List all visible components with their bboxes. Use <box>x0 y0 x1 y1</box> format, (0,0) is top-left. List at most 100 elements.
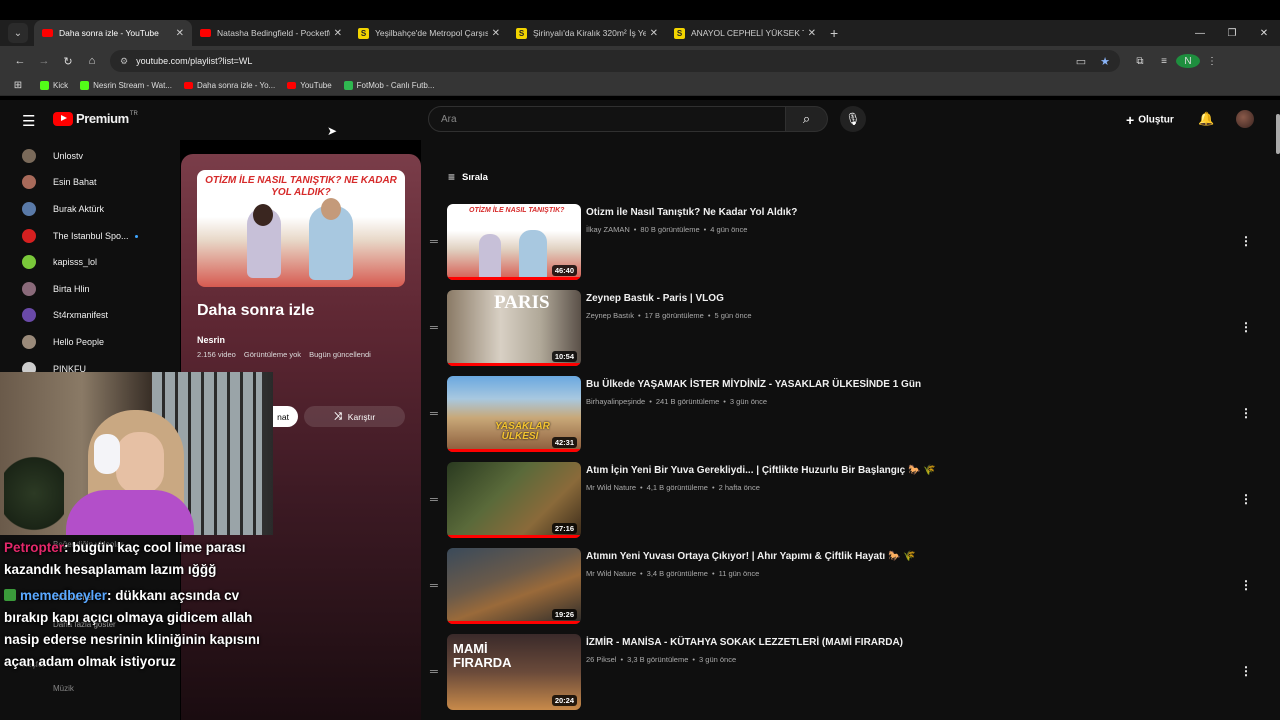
playlist-video-row[interactable]: ═ 27:16 Atım İçin Yeni Bir Yuva Gerekliy… <box>428 462 1260 538</box>
sidebar-subscription[interactable]: Esin Bahat <box>22 175 97 189</box>
video-thumbnail[interactable]: YASAKLAR ÜLKESİ 42:31 <box>447 376 581 452</box>
tab-search-button[interactable]: ⌄ <box>8 23 28 43</box>
video-title[interactable]: Otizm ile Nasıl Tanıştık? Ne Kadar Yol A… <box>586 206 1186 219</box>
sidebar-subscription[interactable]: Hello People <box>22 335 104 349</box>
restore-icon[interactable]: ❐ <box>1216 28 1248 39</box>
extensions-puzzle-icon[interactable]: ⧉ <box>1128 56 1152 67</box>
playlist-video-row[interactable]: ═ YASAKLAR ÜLKESİ 42:31 Bu Ülkede YAŞAMA… <box>428 376 1260 452</box>
hamburger-menu-icon[interactable]: ☰ <box>22 112 35 130</box>
view-count: 17 B görüntüleme <box>644 311 704 320</box>
channel-name[interactable]: Mr Wild Nature <box>586 483 636 492</box>
cast-icon[interactable]: ▭ <box>1076 55 1100 68</box>
channel-name[interactable]: 26 Piksel <box>586 655 616 664</box>
channel-name[interactable]: Birhayalinpeşinde <box>586 397 645 406</box>
close-tab-icon[interactable]: ✕ <box>650 28 658 39</box>
bookmark-item[interactable]: Nesrin Stream - Wat... <box>80 81 172 90</box>
playlist-owner[interactable]: Nesrin <box>197 335 225 345</box>
page-scrollbar[interactable] <box>1276 100 1280 720</box>
drag-handle-icon[interactable]: ═ <box>430 666 438 678</box>
sidebar-subscription[interactable]: Unlostv <box>22 149 83 163</box>
browser-menu-icon[interactable]: ⋮ <box>1200 56 1224 67</box>
more-actions-icon[interactable]: ⋮ <box>1240 492 1252 506</box>
url-field[interactable]: ⚙ youtube.com/playlist?list=WL ▭ ★ <box>110 50 1120 72</box>
apps-grid-icon[interactable]: ⊞ <box>6 80 30 91</box>
close-window-icon[interactable]: ✕ <box>1248 28 1280 39</box>
sort-button[interactable]: ≡ Sırala <box>448 170 488 184</box>
playlist-video-row[interactable]: ═ MAMİ FIRARDA 20:24 İZMİR - MANİSA - KÜ… <box>428 634 1260 710</box>
more-actions-icon[interactable]: ⋮ <box>1240 664 1252 678</box>
sidebar-item-music[interactable]: Müzik <box>53 684 74 693</box>
video-thumbnail[interactable]: OTİZM İLE NASIL TANIŞTIK? 46:40 <box>447 204 581 280</box>
browser-tab[interactable]: S Yeşilbahçe'de Metropol Çarşısı ✕ <box>350 20 508 46</box>
video-thumbnail[interactable]: MAMİ FIRARDA 20:24 <box>447 634 581 710</box>
video-title[interactable]: Bu Ülkede YAŞAMAK İSTER MİYDİNİZ - YASAK… <box>586 378 1186 391</box>
forward-arrow-icon[interactable]: → <box>32 55 56 67</box>
scrollbar-thumb[interactable] <box>1276 114 1280 154</box>
more-actions-icon[interactable]: ⋮ <box>1240 320 1252 334</box>
close-tab-icon[interactable]: ✕ <box>492 28 500 39</box>
video-title[interactable]: İZMİR - MANİSA - KÜTAHYA SOKAK LEZZETLER… <box>586 636 1186 649</box>
mouse-cursor-icon: ➤ <box>327 124 338 138</box>
voice-search-button[interactable]: 🎙 <box>840 106 866 132</box>
browser-tab[interactable]: Natasha Bedingfield - Pocketful ✕ <box>192 20 350 46</box>
account-avatar[interactable] <box>1236 110 1254 128</box>
bookmark-item[interactable]: YouTube <box>287 81 332 90</box>
chat-message: memedbeyler: dükkanı açsında cv bırakıp … <box>4 585 264 673</box>
tab-title: Natasha Bedingfield - Pocketful <box>217 28 330 38</box>
close-tab-icon[interactable]: ✕ <box>808 28 816 39</box>
video-thumbnail[interactable]: PARIS 10:54 <box>447 290 581 366</box>
fotmob-icon <box>343 81 353 90</box>
more-actions-icon[interactable]: ⋮ <box>1240 234 1252 248</box>
profile-avatar[interactable]: N <box>1176 54 1200 68</box>
drag-handle-icon[interactable]: ═ <box>430 236 438 248</box>
shuffle-button[interactable]: ⤨ Karıştır <box>304 406 405 427</box>
sidebar-subscription[interactable]: St4rxmanifest <box>22 308 108 322</box>
drag-handle-icon[interactable]: ═ <box>430 408 438 420</box>
sidebar-subscription[interactable]: The Istanbul Spo... <box>22 229 138 243</box>
channel-name[interactable]: Mr Wild Nature <box>586 569 636 578</box>
search-button[interactable]: ⌕ <box>786 106 828 132</box>
drag-handle-icon[interactable]: ═ <box>430 580 438 592</box>
watch-progress-bar <box>447 535 581 538</box>
bookmark-star-icon[interactable]: ★ <box>1100 55 1110 68</box>
video-title[interactable]: Atım İçin Yeni Bir Yuva Gerekliydi... | … <box>586 464 1186 477</box>
site-info-icon[interactable]: ⚙ <box>120 56 128 67</box>
drag-handle-icon[interactable]: ═ <box>430 322 438 334</box>
playlist-video-row[interactable]: ═ 19:26 Atımın Yeni Yuvası Ortaya Çıkıyo… <box>428 548 1260 624</box>
video-title[interactable]: Zeynep Bastık - Paris | VLOG <box>586 292 1186 305</box>
sidebar-subscription[interactable]: Burak Aktürk <box>22 202 104 216</box>
close-tab-icon[interactable]: ✕ <box>334 28 342 39</box>
sidebar-subscription[interactable]: Birta Hlin <box>22 282 90 296</box>
more-actions-icon[interactable]: ⋮ <box>1240 578 1252 592</box>
browser-tab[interactable]: S ANAYOL CEPHELİ YÜKSEK TAVA ✕ <box>666 20 824 46</box>
youtube-premium-logo[interactable]: Premium TR <box>53 111 138 126</box>
more-actions-icon[interactable]: ⋮ <box>1240 406 1252 420</box>
playlist-video-row[interactable]: ═ OTİZM İLE NASIL TANIŞTIK? 46:40 Otizm … <box>428 204 1260 280</box>
notifications-bell-icon[interactable]: 🔔 <box>1198 111 1214 127</box>
channel-name[interactable]: Zeynep Bastık <box>586 311 634 320</box>
browser-tab[interactable]: S Şirinyalı'da Kiralık 320m² İş Yeri ✕ <box>508 20 666 46</box>
reload-icon[interactable]: ↻ <box>56 55 80 68</box>
video-thumbnail[interactable]: 19:26 <box>447 548 581 624</box>
channel-avatar <box>22 255 36 269</box>
minimize-icon[interactable]: — <box>1184 28 1216 39</box>
playlist-thumbnail[interactable]: OTİZM İLE NASIL TANIŞTIK? NE KADAR YOL A… <box>197 170 405 287</box>
drag-handle-icon[interactable]: ═ <box>430 494 438 506</box>
home-icon[interactable]: ⌂ <box>80 55 104 67</box>
search-input[interactable]: Ara <box>428 106 786 132</box>
playlist-video-row[interactable]: ═ PARIS 10:54 Zeynep Bastık - Paris | VL… <box>428 290 1260 366</box>
create-button[interactable]: + Oluştur <box>1126 112 1174 128</box>
close-tab-icon[interactable]: ✕ <box>176 28 184 39</box>
bookmark-label: Nesrin Stream - Wat... <box>93 81 172 90</box>
new-tab-plus-icon[interactable]: + <box>830 25 838 41</box>
browser-tab[interactable]: Daha sonra izle - YouTube ✕ <box>34 20 192 46</box>
bookmark-item[interactable]: FotMob - Canlı Futb... <box>343 81 434 90</box>
channel-name[interactable]: İlkay ZAMAN <box>586 225 630 234</box>
video-title[interactable]: Atımın Yeni Yuvası Ortaya Çıkıyor! | Ahı… <box>586 550 1186 563</box>
video-thumbnail[interactable]: 27:16 <box>447 462 581 538</box>
media-control-icon[interactable]: ≡ <box>1152 56 1176 67</box>
back-arrow-icon[interactable]: ← <box>8 55 32 67</box>
bookmark-item[interactable]: Kick <box>40 81 68 90</box>
bookmark-item[interactable]: Daha sonra izle - Yo... <box>183 81 275 90</box>
sidebar-subscription[interactable]: kapisss_lol <box>22 255 97 269</box>
